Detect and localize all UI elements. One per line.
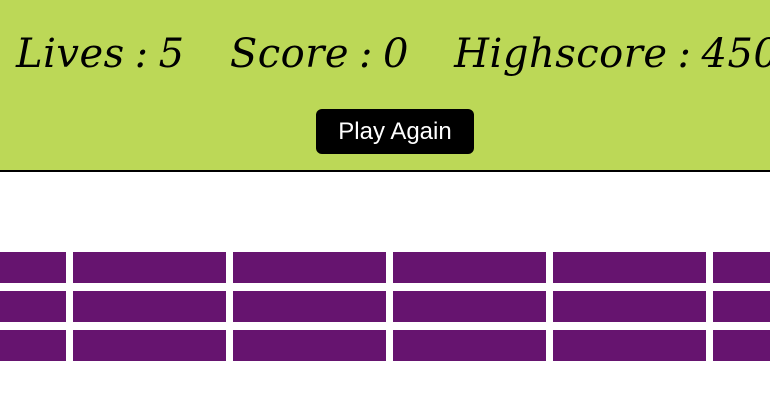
score-value: 0 <box>382 31 409 77</box>
brick <box>73 330 226 361</box>
brick <box>393 252 546 283</box>
brick <box>233 291 386 322</box>
brick <box>0 252 66 283</box>
brick <box>73 252 226 283</box>
highscore-separator: : <box>677 31 692 77</box>
lives-value: 5 <box>158 31 185 77</box>
lives-display: Lives:5 <box>16 28 185 80</box>
brick <box>393 330 546 361</box>
game-hud: Lives:5 Score:0 Highscore:450 Play Again <box>0 0 770 172</box>
stats-bar: Lives:5 Score:0 Highscore:450 <box>0 28 770 80</box>
score-display: Score:0 <box>230 28 409 80</box>
score-separator: : <box>359 31 373 77</box>
brick <box>713 330 770 361</box>
brick <box>0 330 66 361</box>
highscore-display: Highscore:450 <box>454 28 770 80</box>
brick <box>553 330 706 361</box>
brick <box>233 252 386 283</box>
brick <box>553 291 706 322</box>
brick <box>0 291 66 322</box>
brick <box>713 291 770 322</box>
highscore-value: 450 <box>701 31 770 77</box>
brick <box>713 252 770 283</box>
brick <box>233 330 386 361</box>
brick <box>393 291 546 322</box>
lives-separator: : <box>134 31 149 77</box>
brick <box>553 252 706 283</box>
score-label: Score <box>229 31 349 77</box>
game-playfield[interactable] <box>0 172 770 402</box>
highscore-label: Highscore <box>454 31 668 77</box>
play-again-button[interactable]: Play Again <box>316 109 474 154</box>
lives-label: Lives <box>16 31 125 77</box>
brick <box>73 291 226 322</box>
